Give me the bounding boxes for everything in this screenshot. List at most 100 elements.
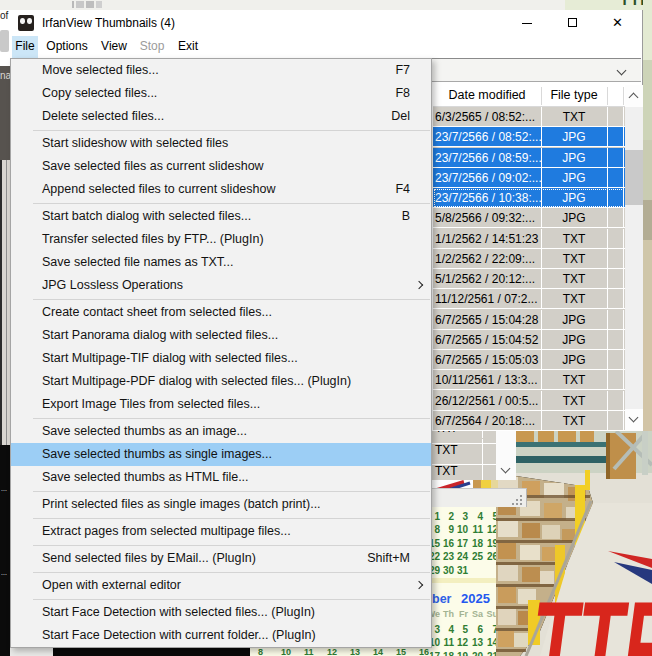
calendar-date[interactable]: 26 (482, 551, 496, 562)
menu-shortcut: Shift+M (367, 547, 410, 570)
title-bar[interactable]: IrfanView Thumbnails (4) ✕ (10, 10, 642, 36)
calendar-date[interactable]: 24 (452, 551, 468, 562)
column-header-date-modified[interactable]: Date modified (433, 88, 541, 102)
file-row[interactable]: 1/2/2562 / 22:09:...TXT (433, 249, 625, 269)
menubar-item-exit[interactable]: Exit (174, 36, 202, 58)
calendar-date[interactable]: 31 (452, 565, 468, 576)
calendar-date[interactable]: 18 (467, 538, 483, 549)
cell-file-type: JPG (541, 333, 607, 347)
file-row[interactable]: 23/7/2566 / 10:38:...JPG (433, 188, 625, 208)
scroll-up-button[interactable] (625, 85, 643, 107)
cell-date-modified: 23/7/2566 / 08:52:... (435, 130, 542, 144)
menu-shortcut: Del (391, 105, 410, 128)
menu-item[interactable]: Start Face Detection with selected files… (11, 601, 431, 624)
close-button[interactable]: ✕ (596, 10, 642, 36)
menu-shortcut: F8 (395, 82, 410, 105)
calendar-date[interactable]: 19 (452, 651, 468, 656)
calendar-date[interactable]: 10 (452, 524, 468, 535)
menubar-item-options[interactable]: Options (44, 36, 90, 58)
menu-item[interactable]: Export Image Tiles from selected files..… (11, 393, 431, 416)
menu-item-label: Start Face Detection with current folder… (42, 628, 316, 642)
menu-item[interactable]: Start Face Detection with current folder… (11, 624, 431, 647)
file-row[interactable]: 23/7/2566 / 08:52:...JPG (433, 127, 625, 147)
menu-item[interactable]: JPG Lossless Operations (11, 274, 431, 297)
menu-item[interactable]: Copy selected files...F8 (11, 82, 431, 105)
background-text-fragment: ... (1, 485, 7, 492)
file-row[interactable]: 6/7/2565 / 15:04:28JPG (433, 310, 625, 330)
menu-item-label: Save selected thumbs as an image... (42, 424, 247, 438)
menu-item[interactable]: Move selected files...F7 (11, 59, 431, 82)
calendar-date[interactable]: 12 (482, 524, 496, 535)
calendar-date[interactable]: 17 (452, 538, 468, 549)
file-row[interactable]: 5/8/2566 / 09:32:...JPG (433, 208, 625, 228)
maximize-button[interactable] (550, 10, 596, 36)
file-row[interactable]: 6/7/2565 / 15:04:52JPG (433, 330, 625, 350)
calendar-date[interactable]: 25 (467, 551, 483, 562)
menu-item[interactable]: Save selected thumbs as HTML file... (11, 466, 431, 489)
calendar-month-label: ber (432, 592, 451, 606)
menu-item[interactable]: Start Multipage-PDF dialog with selected… (11, 370, 431, 393)
file-row[interactable]: 10/11/2561 / 13:3...TXT (433, 370, 625, 390)
cell-file-type: TXT (541, 110, 607, 124)
file-row[interactable]: 1/1/2562 / 14:51:23TXT (433, 229, 625, 249)
calendar-date[interactable]: 7 (482, 624, 496, 635)
cell-file-type: TXT (541, 394, 607, 408)
scrollbar-thumb[interactable] (625, 150, 643, 205)
file-row[interactable]: 6/3/2565 / 08:52:...TXT (433, 107, 625, 127)
menu-item[interactable]: Delete selected files... Del (11, 105, 431, 128)
file-row[interactable]: 6/7/2565 / 15:05:03JPG (433, 350, 625, 370)
menu-item[interactable]: Save selected file names as TXT... (11, 251, 431, 274)
file-row[interactable]: 6/7/2564 / 20:18:...TXT (433, 411, 625, 431)
file-row[interactable]: 11/12/2561 / 07:2...TXT (433, 289, 625, 309)
file-list[interactable]: Date modifiedFile type 6/3/2565 / 08:52:.… (433, 85, 643, 431)
file-row[interactable]: 23/7/2566 / 09:02:...JPG (433, 168, 625, 188)
menu-item[interactable]: Start slideshow with selected files (11, 132, 431, 155)
menubar-item-view[interactable]: View (98, 36, 130, 58)
cell-date-modified: 26/12/2561 / 00:5... (435, 394, 538, 408)
menu-item[interactable]: Send selected files by EMail... (PlugIn)… (11, 547, 431, 570)
calendar-date[interactable]: 12 (452, 637, 468, 648)
chevron-down-icon (617, 66, 627, 76)
menu-item[interactable]: Create contact sheet from selected files… (11, 301, 431, 324)
calendar-date[interactable]: 14 (482, 637, 496, 648)
file-row[interactable]: 5/1/2562 / 20:12:...TXT (433, 269, 625, 289)
vertical-scrollbar[interactable] (625, 85, 643, 431)
menu-item[interactable]: Start batch dialog with selected files..… (11, 205, 431, 228)
menubar-item-file[interactable]: File (12, 36, 38, 58)
menu-item[interactable]: Transfer selected files by FTP... (PlugI… (11, 228, 431, 251)
file-row[interactable]: 26/12/2561 / 00:5...TXT (433, 391, 625, 411)
menubar-item-stop[interactable]: Stop (136, 36, 168, 58)
calendar-date[interactable]: 4 (467, 511, 483, 522)
calendar-date[interactable]: 5 (482, 511, 496, 522)
background-window-icon (72, 1, 102, 8)
calendar-date[interactable]: 21 (482, 651, 496, 656)
column-header-file-type[interactable]: File type (541, 88, 607, 102)
cell-date-modified: 23/7/2566 / 10:38:... (435, 191, 542, 205)
minimize-button[interactable] (504, 10, 550, 36)
calendar-date[interactable]: 3 (452, 511, 468, 522)
calendar-date[interactable]: 20 (467, 651, 483, 656)
calendar-date[interactable]: 19 (482, 538, 496, 549)
menu-item[interactable]: Save selected thumbs as an image... (11, 420, 431, 443)
calendar-date[interactable]: 5 (452, 624, 468, 635)
txt-panel-scrollbar[interactable] (496, 431, 516, 480)
menu-item[interactable]: Print selected files as single images (b… (11, 493, 431, 516)
menu-item[interactable]: Append selected files to current slidesh… (11, 178, 431, 201)
scroll-down-button[interactable] (625, 409, 643, 431)
menu-item[interactable]: Start Multipage-TIF dialog with selected… (11, 347, 431, 370)
menu-item-label: Delete selected files... (42, 109, 164, 123)
cell-file-type: TXT (541, 292, 607, 306)
cell-file-type: JPG (541, 211, 607, 225)
menu-item[interactable]: Extract pages from selected multipage fi… (11, 520, 431, 543)
calendar-date: 13 (350, 648, 360, 656)
file-row[interactable]: 23/7/2566 / 08:59:...JPG (433, 148, 625, 168)
resize-grip[interactable] (512, 494, 523, 505)
calendar-date[interactable]: 11 (467, 524, 483, 535)
menu-item[interactable]: Start Panorama dialog with selected file… (11, 324, 431, 347)
menu-item[interactable]: Save selected thumbs as single images... (11, 443, 431, 466)
menu-item[interactable]: Open with external editor (11, 574, 431, 597)
menu-item[interactable]: Save selected files as current slideshow (11, 155, 431, 178)
svg-text:TTP: TTP (524, 577, 652, 656)
calendar-date[interactable]: 6 (467, 624, 483, 635)
calendar-date[interactable]: 13 (467, 637, 483, 648)
